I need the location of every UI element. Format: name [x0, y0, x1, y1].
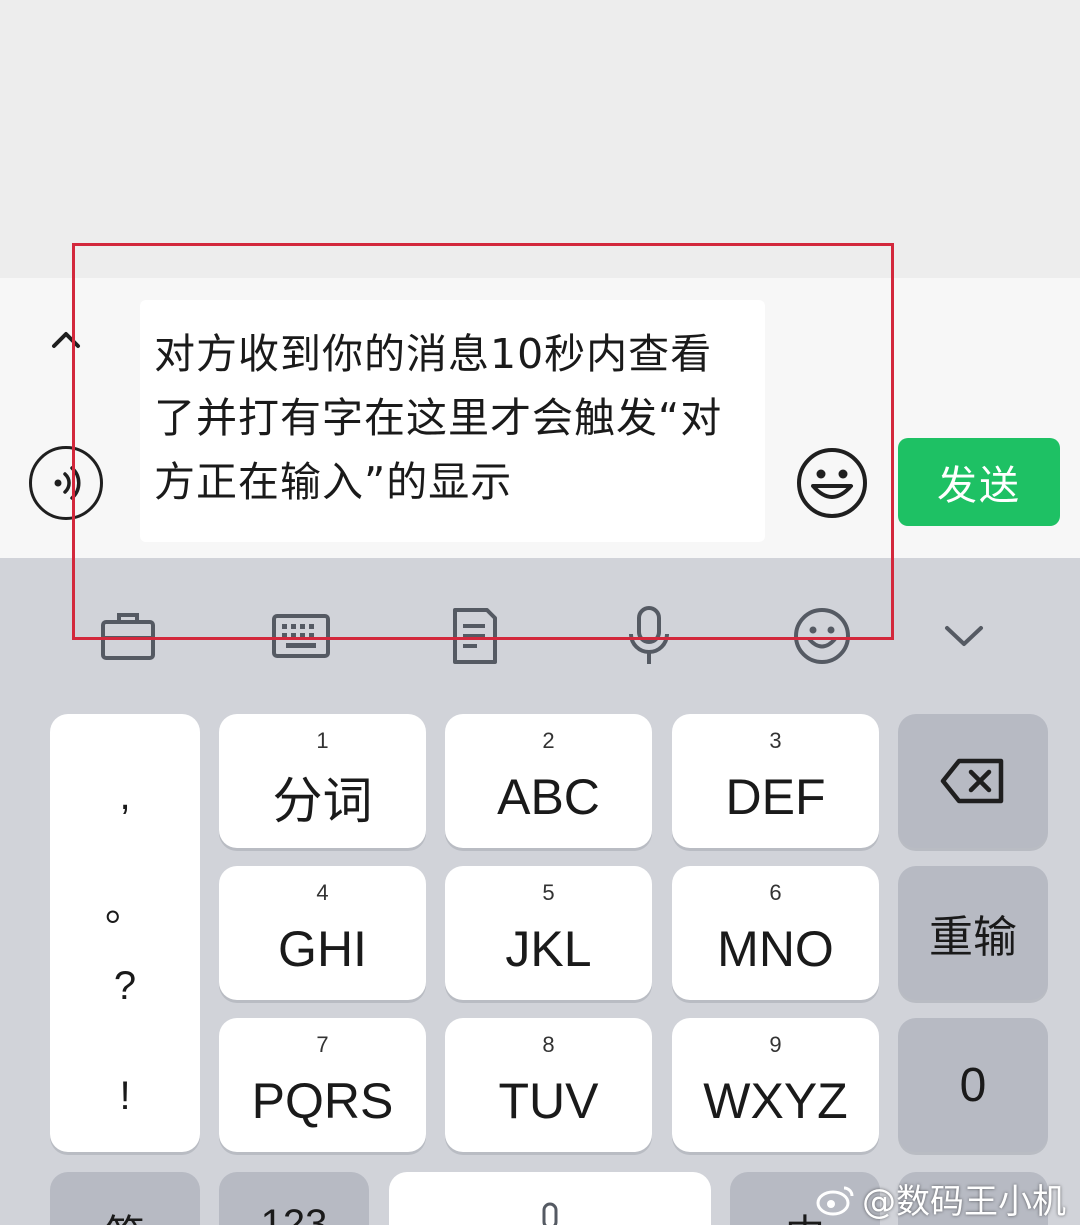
message-input-value: 对方收到你的消息10秒内查看了并打有字在这里才会触发“对方正在输入”的显示	[154, 330, 723, 506]
symbol-key[interactable]: 符	[50, 1172, 200, 1225]
key-label: GHI	[278, 921, 367, 977]
voice-wave-icon	[54, 466, 81, 500]
retype-key[interactable]: 重输	[898, 866, 1048, 1000]
expand-up-icon[interactable]	[44, 318, 88, 362]
key-label: 重输	[929, 912, 1017, 963]
emoji-icon[interactable]	[790, 600, 854, 672]
punct-exclamation[interactable]: !	[50, 1074, 200, 1119]
key-1[interactable]: 1 分词	[219, 714, 426, 848]
microphone-icon	[535, 1202, 565, 1225]
key-label: JKL	[505, 921, 592, 977]
punct-period[interactable]: 。	[50, 874, 200, 932]
key-8[interactable]: 8 TUV	[445, 1018, 652, 1152]
backspace-key[interactable]	[898, 714, 1048, 848]
zero-key[interactable]: 0	[898, 1018, 1048, 1152]
key-7[interactable]: 7 PQRS	[219, 1018, 426, 1152]
key-6[interactable]: 6 MNO	[672, 866, 879, 1000]
key-9[interactable]: 9 WXYZ	[672, 1018, 879, 1152]
numbers-key[interactable]: 123	[219, 1172, 369, 1225]
message-input[interactable]: 对方收到你的消息10秒内查看了并打有字在这里才会触发“对方正在输入”的显示	[140, 300, 765, 542]
voice-input-button[interactable]	[29, 446, 103, 520]
toolbox-icon[interactable]	[96, 600, 160, 672]
key-2[interactable]: 2 ABC	[445, 714, 652, 848]
emoji-button[interactable]	[795, 446, 869, 520]
key-3[interactable]: 3 DEF	[672, 714, 879, 848]
clipboard-icon[interactable]	[443, 600, 507, 672]
smiley-icon	[797, 448, 867, 518]
key-label: 分词	[272, 772, 373, 830]
watermark: @数码王小机	[816, 1174, 1066, 1223]
microphone-icon[interactable]	[617, 600, 681, 672]
key-label: WXYZ	[703, 1073, 848, 1129]
key-label: DEF	[725, 769, 826, 825]
key-label: ABC	[497, 769, 600, 825]
key-label: 123	[260, 1202, 328, 1225]
punct-question[interactable]: ?	[50, 964, 200, 1009]
backspace-icon	[898, 714, 1048, 848]
key-label: MNO	[717, 921, 834, 977]
weibo-icon	[816, 1186, 854, 1215]
watermark-text: @数码王小机	[862, 1182, 1066, 1222]
key-4[interactable]: 4 GHI	[219, 866, 426, 1000]
keyboard-icon[interactable]	[269, 600, 333, 672]
key-label: 符	[50, 1202, 200, 1225]
space-key[interactable]	[389, 1172, 711, 1225]
key-5[interactable]: 5 JKL	[445, 866, 652, 1000]
chat-area	[0, 0, 1080, 278]
punctuation-column[interactable]: , 。 ? !	[50, 714, 200, 1152]
key-label: PQRS	[251, 1073, 394, 1129]
key-label: 0	[959, 1058, 987, 1112]
punct-comma[interactable]: ,	[50, 774, 200, 819]
send-button[interactable]: 发送	[898, 438, 1060, 526]
key-label: TUV	[498, 1073, 599, 1129]
chevron-down-icon[interactable]	[932, 600, 996, 672]
